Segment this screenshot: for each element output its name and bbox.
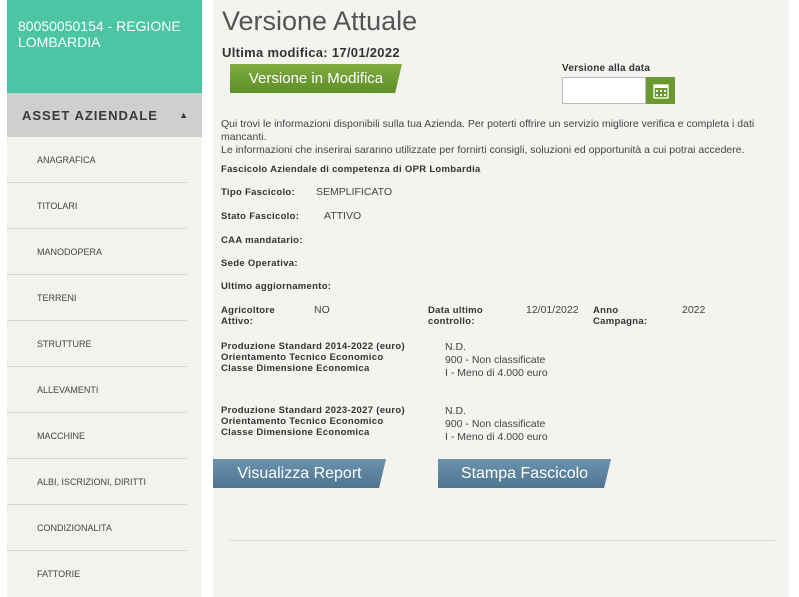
ps2023-label-1: Produzione Standard 2023-2027 (euro) [221,405,405,416]
sidebar-item-manodopera[interactable]: MANODOPERA [7,229,187,275]
stato-value: ATTIVO [324,210,362,222]
version-date-input[interactable] [562,77,646,104]
sidebar-item-macchine[interactable]: MACCHINE [7,413,187,459]
view-report-button[interactable]: Visualizza Report [213,459,386,488]
caret-up-icon: ▲ [179,110,188,120]
org-name: 80050050154 - REGIONE LOMBARDIA [18,18,181,50]
date-label: Versione alla data [562,63,651,74]
tipo-value: SEMPLIFICATO [316,186,393,198]
sidebar-item-albi[interactable]: ALBI, ISCRIZIONI, DIRITTI [7,459,187,505]
ultimo-aggiornamento-label: Ultimo aggiornamento: [221,281,332,292]
sidebar: 80050050154 - REGIONE LOMBARDIA ASSET AZ… [7,0,202,597]
calendar-button[interactable] [646,77,675,104]
sidebar-item-condizionalita[interactable]: CONDIZIONALITA [7,505,187,551]
sidebar-item-fattorie[interactable]: FATTORIE [7,551,187,597]
agricoltore-value: NO [314,304,330,316]
sidebar-menu: ANAGRAFICA TITOLARI MANODOPERA TERRENI S… [7,137,202,597]
sede-label: Sede Operativa: [221,258,298,269]
asset-section-toggle[interactable]: ASSET AZIENDALE ▲ [7,93,202,137]
ps2014-label-2: Orientamento Tecnico Economico [221,352,384,363]
controllo-label: Data ultimo controllo: [428,305,484,327]
last-modified: Ultima modifica: 17/01/2022 [222,45,400,60]
agricoltore-label: Agricoltore Attivo: [221,305,275,327]
ps2023-value-2: 900 - Non classificate [445,418,546,430]
sidebar-item-anagrafica[interactable]: ANAGRAFICA [7,137,187,183]
stato-label: Stato Fascicolo: [221,211,300,222]
controllo-value: 12/01/2022 [526,304,579,316]
divider [229,540,775,541]
sidebar-item-titolari[interactable]: TITOLARI [7,183,187,229]
dossier-heading: Fascicolo Aziendale di competenza di OPR… [221,164,481,175]
intro-line-1: Qui trovi le informazioni disponibili su… [221,118,755,143]
ps2014-value-2: 900 - Non classificate [445,354,546,366]
anno-label: Anno Campagna: [593,305,648,327]
ps2023-value-1: N.D. [445,405,466,417]
tipo-label: Tipo Fascicolo: [221,187,296,198]
ps2023-value-3: I - Meno di 4.000 euro [445,431,548,443]
sidebar-item-strutture[interactable]: STRUTTURE [7,321,187,367]
anno-value: 2022 [682,304,706,316]
ps2023-label-3: Classe Dimensione Economica [221,427,370,438]
ps2014-label-3: Classe Dimensione Economica [221,363,370,374]
print-dossier-button[interactable]: Stampa Fascicolo [438,459,611,488]
asset-section-label: ASSET AZIENDALE [22,107,158,123]
ps2014-values: N.D. 900 - Non classificate I - Meno di … [445,341,548,380]
sidebar-item-allevamenti[interactable]: ALLEVAMENTI [7,367,187,413]
ps2023-values: N.D. 900 - Non classificate I - Meno di … [445,405,548,444]
intro-line-2: Le informazioni che inserirai saranno ut… [221,144,745,156]
page-title: Versione Attuale [222,6,418,36]
ps2023-labels: Produzione Standard 2023-2027 (euro) Ori… [221,405,421,438]
ps2014-value-3: I - Meno di 4.000 euro [445,367,548,379]
caa-label: CAA mandatario: [221,235,303,246]
intro-text: Qui trovi le informazioni disponibili su… [221,118,786,157]
calendar-icon [652,83,669,99]
ps2023-label-2: Orientamento Tecnico Economico [221,416,384,427]
ps2014-labels: Produzione Standard 2014-2022 (euro) Ori… [221,341,421,374]
main-panel: Versione Attuale Ultima modifica: 17/01/… [213,0,789,597]
org-header: 80050050154 - REGIONE LOMBARDIA [7,0,202,93]
ps2014-value-1: N.D. [445,341,466,353]
edit-version-button[interactable]: Versione in Modifica [230,64,402,93]
sidebar-item-terreni[interactable]: TERRENI [7,275,187,321]
ps2014-label-1: Produzione Standard 2014-2022 (euro) [221,341,405,352]
